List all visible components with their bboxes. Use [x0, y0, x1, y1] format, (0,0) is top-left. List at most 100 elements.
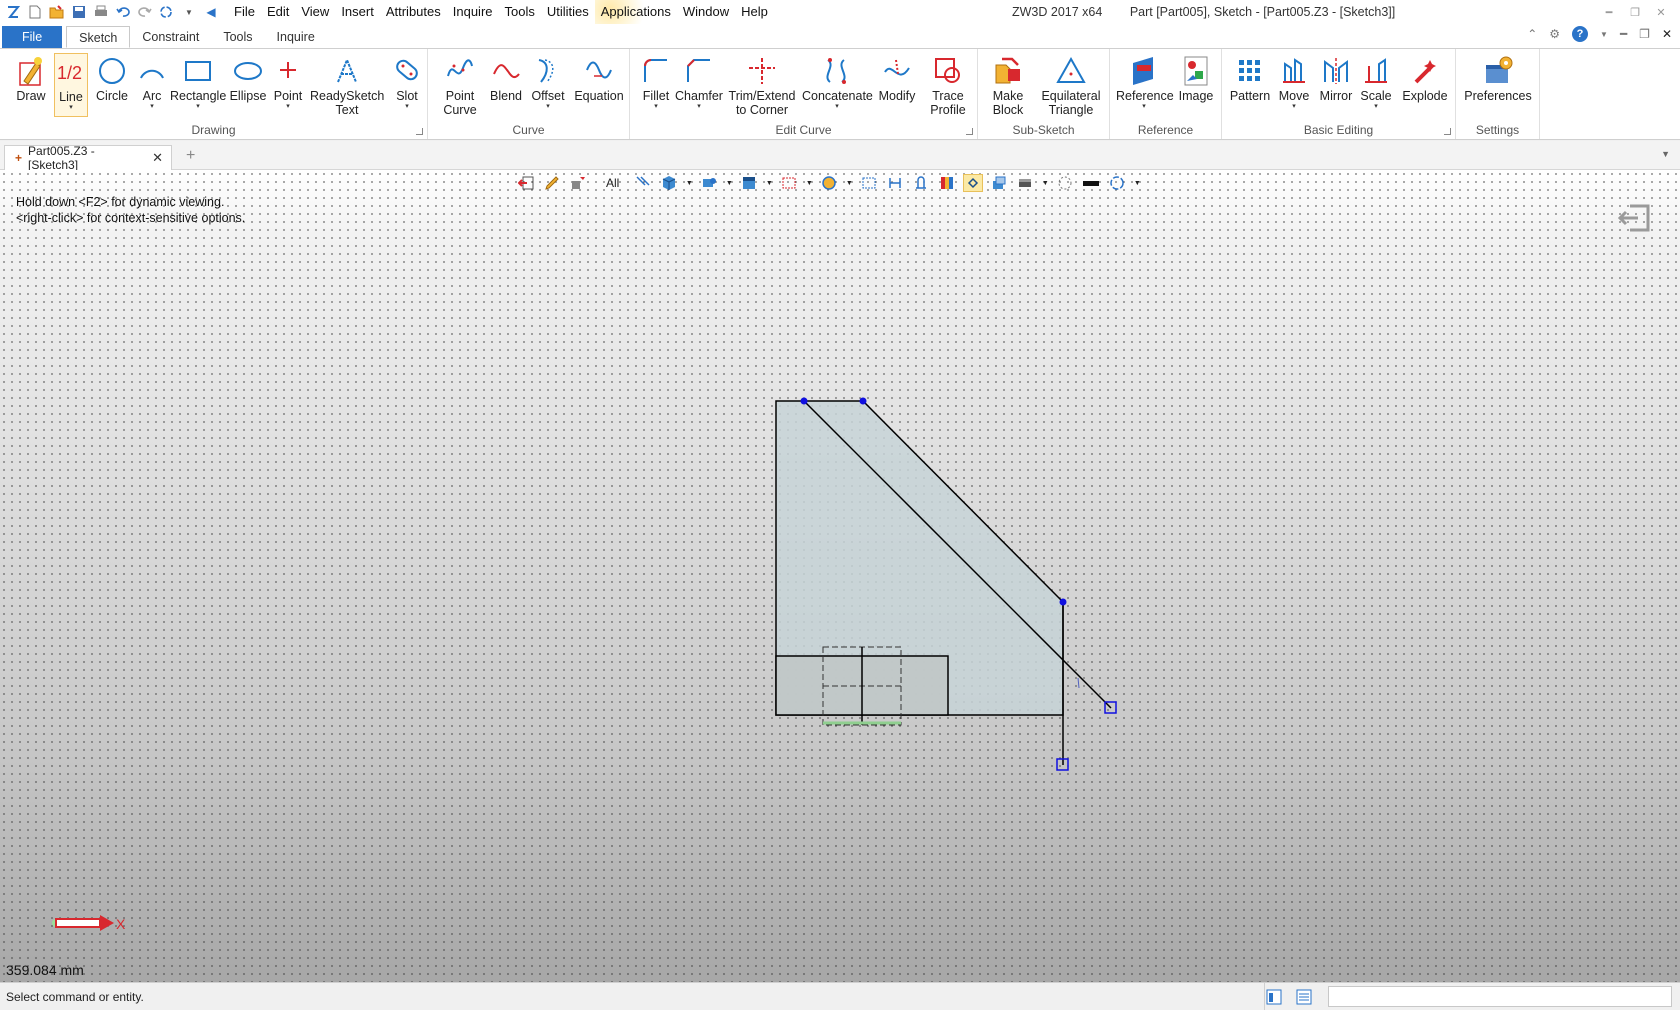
minimize-icon[interactable]: ━ [1596, 6, 1622, 19]
circle-button[interactable]: Circle [94, 53, 130, 103]
reference-button[interactable]: Reference ▾ [1116, 53, 1174, 111]
list-icon[interactable] [1296, 989, 1312, 1008]
draw-button[interactable]: Draw [10, 53, 52, 103]
print-icon[interactable] [92, 4, 110, 20]
status-divider [1264, 983, 1265, 1010]
restore-doc-icon[interactable]: ❐ [1639, 27, 1650, 41]
command-input[interactable] [1328, 986, 1672, 1007]
blend-button[interactable]: Blend [488, 53, 524, 103]
offset-button[interactable]: Offset ▾ [528, 53, 568, 111]
tab-inquire[interactable]: Inquire [265, 26, 327, 48]
readysketch-text-button[interactable]: ReadySketch Text [310, 53, 384, 117]
tab-list-icon[interactable]: ▼ [1661, 149, 1670, 159]
tab-file[interactable]: File [2, 26, 63, 48]
minimize-doc-icon[interactable]: ━ [1620, 27, 1627, 41]
restore-icon[interactable]: ❐ [1622, 6, 1648, 19]
sketch-point[interactable] [800, 397, 808, 405]
close-tab-icon[interactable]: ✕ [152, 150, 163, 166]
undo-icon[interactable] [114, 4, 132, 20]
arc-button[interactable]: Arc ▾ [136, 53, 168, 111]
move-button[interactable]: Move ▾ [1276, 53, 1312, 111]
new-file-icon[interactable] [26, 4, 44, 20]
group-curve: Point Curve Blend Offset ▾ Equation Curv… [428, 49, 630, 139]
sketch-viewport[interactable]: Hold down <F2> for dynamic viewing. <rig… [0, 170, 1680, 982]
menu-attributes[interactable]: Attributes [380, 0, 447, 24]
repeat-command-icon[interactable] [158, 4, 176, 20]
explode-button[interactable]: Explode [1400, 53, 1450, 103]
concatenate-icon [826, 58, 846, 84]
image-icon [1184, 56, 1208, 86]
close-icon[interactable]: ✕ [1648, 6, 1674, 19]
chamfer-button[interactable]: Chamfer ▾ [674, 53, 724, 111]
help-icon[interactable]: ? [1572, 26, 1589, 42]
quick-access-toolbar: ▼ ◀ [0, 0, 224, 24]
menu-file[interactable]: File [228, 0, 261, 24]
equilateral-triangle-button[interactable]: Equilateral Triangle [1036, 53, 1106, 117]
redo-icon[interactable] [136, 4, 154, 20]
menu-window[interactable]: Window [677, 0, 735, 24]
slot-button[interactable]: Slot ▾ [390, 53, 424, 111]
add-tab-icon[interactable]: + [186, 147, 195, 165]
ribbon-right-tools: ⌃ ⚙ ? ▼ ━ ❐ ✕ [1527, 26, 1672, 42]
point-button[interactable]: Point ▾ [272, 53, 304, 111]
menu-view[interactable]: View [295, 0, 335, 24]
trace-profile-button[interactable]: Trace Profile [926, 53, 970, 117]
mirror-icon [1324, 58, 1348, 84]
tab-constraint[interactable]: Constraint [130, 26, 211, 48]
equation-icon [586, 61, 612, 79]
line-icon-label: 1/2 [57, 63, 82, 83]
menu-insert[interactable]: Insert [335, 0, 380, 24]
chevron-down-icon[interactable]: ▼ [1600, 30, 1608, 39]
circle-icon [99, 58, 125, 84]
reference-icon [1133, 57, 1153, 85]
status-text: Select command or entity. [6, 990, 144, 1004]
pattern-button[interactable]: Pattern [1228, 53, 1272, 103]
menu-inquire[interactable]: Inquire [447, 0, 499, 24]
x-axis-indicator: X [50, 912, 130, 937]
sketch-point[interactable] [1059, 598, 1067, 606]
x-axis-label: X [116, 916, 126, 932]
preferences-button[interactable]: Preferences [1462, 53, 1534, 103]
document-tab[interactable]: + Part005.Z3 - [Sketch3] ✕ [4, 144, 172, 172]
app-logo-icon[interactable] [4, 4, 22, 20]
tab-sketch[interactable]: Sketch [66, 26, 131, 48]
rectangle-button[interactable]: Rectangle ▾ [170, 53, 226, 111]
group-label-reference: Reference [1137, 123, 1194, 137]
group-label-sub-sketch: Sub-Sketch [1012, 123, 1075, 137]
layout-icon[interactable] [1266, 989, 1282, 1008]
group-label-basic-editing: Basic Editing [1303, 123, 1374, 137]
modify-button[interactable]: Modify [876, 53, 918, 103]
sketch-cursor-tick [1077, 677, 1080, 689]
pin-icon[interactable]: + [15, 151, 22, 165]
sketch-profile[interactable] [775, 400, 1112, 765]
image-button[interactable]: Image [1176, 53, 1216, 103]
menu-applications[interactable]: Applications [594, 0, 677, 24]
group-expand-icon[interactable] [966, 128, 973, 135]
open-file-icon[interactable] [48, 4, 66, 20]
make-block-button[interactable]: Make Block [984, 53, 1032, 117]
sketch-canvas[interactable] [0, 170, 1680, 982]
equation-button[interactable]: Equation [572, 53, 626, 103]
menu-help[interactable]: Help [735, 0, 774, 24]
save-icon[interactable] [70, 4, 88, 20]
sketch-point[interactable] [859, 397, 867, 405]
mirror-button[interactable]: Mirror [1316, 53, 1356, 103]
collapse-ribbon-icon[interactable]: ⌃ [1527, 27, 1537, 41]
menu-utilities[interactable]: Utilities [541, 0, 595, 24]
group-expand-icon[interactable] [416, 128, 423, 135]
collapse-menu-icon[interactable]: ◀ [202, 4, 220, 20]
trim-extend-button[interactable]: Trim/Extend to Corner [728, 53, 796, 117]
menu-edit[interactable]: Edit [261, 0, 295, 24]
chevron-down-icon[interactable]: ▼ [180, 4, 198, 20]
concatenate-button[interactable]: Concatenate ▾ [802, 53, 873, 111]
ellipse-button[interactable]: Ellipse [228, 53, 268, 103]
scale-button[interactable]: Scale ▾ [1358, 53, 1394, 111]
line-button[interactable]: 1/2 Line ▾ [54, 53, 88, 117]
group-expand-icon[interactable] [1444, 128, 1451, 135]
menu-tools[interactable]: Tools [499, 0, 541, 24]
tab-tools[interactable]: Tools [211, 26, 264, 48]
fillet-button[interactable]: Fillet ▾ [636, 53, 676, 111]
gear-icon[interactable]: ⚙ [1549, 27, 1560, 41]
point-curve-button[interactable]: Point Curve [440, 53, 480, 117]
close-doc-icon[interactable]: ✕ [1662, 27, 1672, 41]
